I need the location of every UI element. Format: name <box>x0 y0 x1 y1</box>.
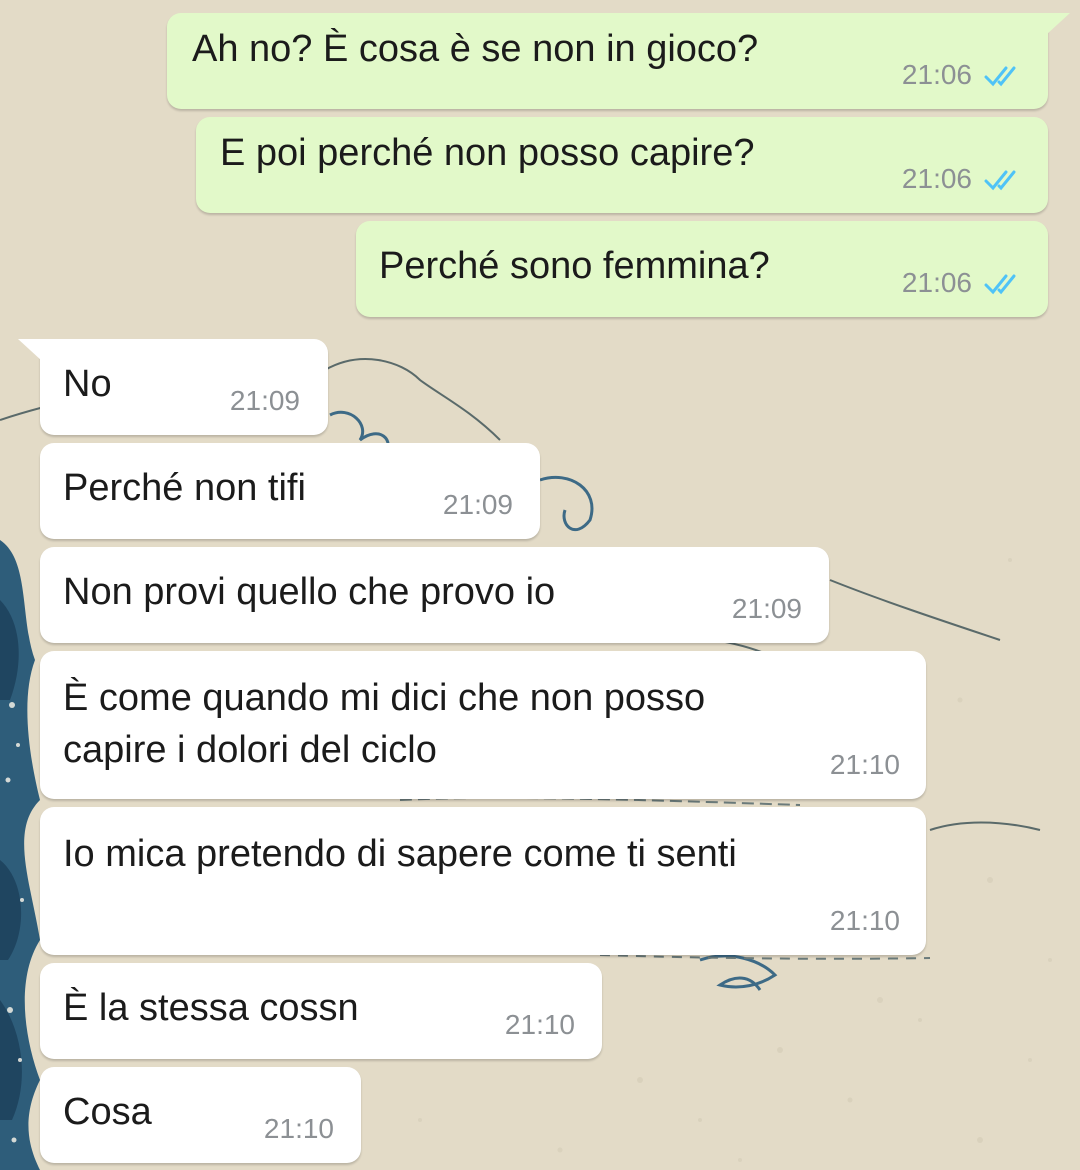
message-time: 21:09 <box>731 593 802 624</box>
message-time: 21:09 <box>442 489 513 520</box>
double-check-icon <box>984 66 1016 87</box>
message-time: 21:09 <box>229 385 300 416</box>
incoming-message[interactable]: È la stessa cossn 21:10 <box>40 963 602 1059</box>
message-text: Io mica pretendo di sapere come ti senti <box>63 833 737 875</box>
message-time: 21:06 <box>901 267 972 298</box>
double-check-icon <box>984 274 1016 295</box>
incoming-message[interactable]: No 21:09 <box>18 339 328 435</box>
incoming-message[interactable]: Cosa 21:10 <box>40 1067 361 1163</box>
bubble-tail <box>18 339 42 361</box>
message-text: Cosa <box>63 1091 152 1133</box>
outgoing-message[interactable]: Ah no? È cosa è se non in gioco? 21:06 <box>167 13 1070 109</box>
message-text: È come quando mi dici che non posso <box>63 677 706 719</box>
incoming-message[interactable]: Io mica pretendo di sapere come ti senti… <box>40 807 926 955</box>
message-time: 21:10 <box>829 905 900 936</box>
message-text: Perché sono femmina? <box>379 245 770 287</box>
message-time: 21:10 <box>263 1113 334 1144</box>
message-text: Ah no? È cosa è se non in gioco? <box>192 28 759 70</box>
message-text: Perché non tifi <box>63 467 306 509</box>
message-text-line-2: capire i dolori del ciclo <box>63 729 437 771</box>
incoming-message[interactable]: Perché non tifi 21:09 <box>40 443 540 539</box>
incoming-message[interactable]: Non provi quello che provo io 21:09 <box>40 547 829 643</box>
bubble-tail <box>1046 13 1070 35</box>
message-text: No <box>63 363 112 405</box>
incoming-message[interactable]: È come quando mi dici che non posso capi… <box>40 651 926 799</box>
message-text: E poi perché non posso capire? <box>220 132 755 174</box>
message-text: Non provi quello che provo io <box>63 571 556 613</box>
outgoing-message[interactable]: E poi perché non posso capire? 21:06 <box>196 117 1048 213</box>
message-time: 21:06 <box>901 59 972 90</box>
message-time: 21:10 <box>829 749 900 780</box>
outgoing-message[interactable]: Perché sono femmina? 21:06 <box>356 221 1048 317</box>
message-text: È la stessa cossn <box>63 987 359 1029</box>
message-time: 21:06 <box>901 163 972 194</box>
double-check-icon <box>984 170 1016 191</box>
message-time: 21:10 <box>504 1009 575 1040</box>
